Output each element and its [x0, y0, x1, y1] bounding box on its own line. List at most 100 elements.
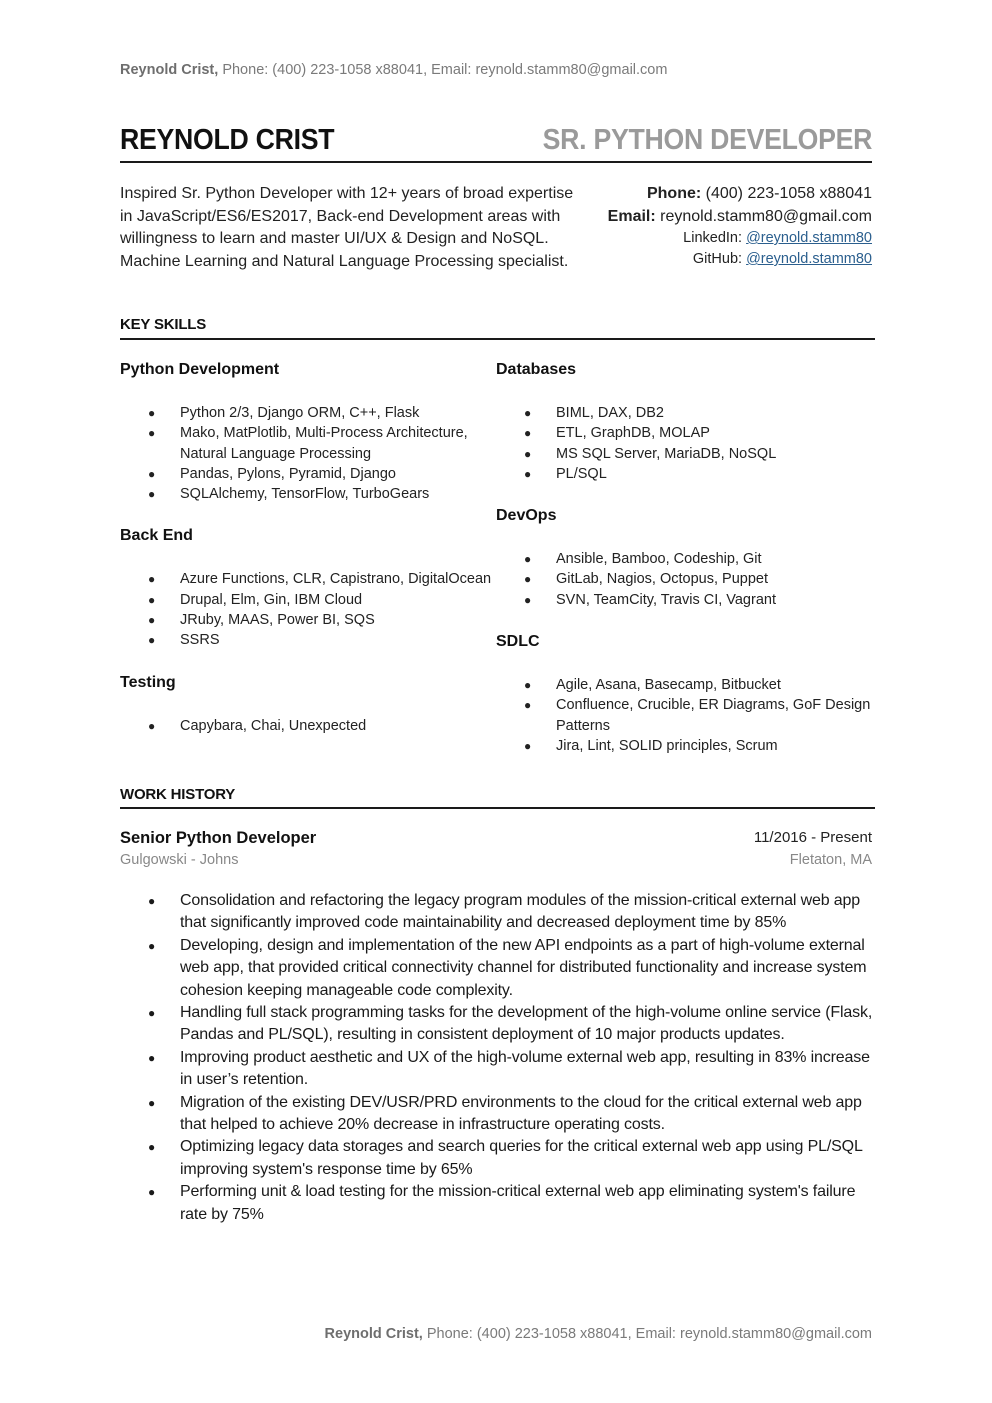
job-location: Fletaton, MA: [789, 852, 872, 868]
contact-github: GitHub: @reynold.stamm80: [608, 249, 872, 270]
page-header-name: Reynold Crist,: [120, 62, 219, 78]
bullet-icon: ●: [148, 487, 156, 502]
skills-right-column: Databases ● BIML, DAX, DB2 ● ETL, GraphDB, M…: [496, 359, 876, 777]
skill-item-text: Ansible, Bamboo, Codeship, Git: [556, 551, 762, 568]
duty-item: ● Migration of the existing DEV/USR/PRD e…: [120, 1092, 880, 1137]
bullet-icon: ●: [524, 446, 532, 461]
skill-item-text: JRuby, MAAS, Power BI, SQS: [180, 612, 375, 629]
phone-label: Phone:: [646, 185, 702, 202]
skill-item-text: Pandas, Pylons, Pyramid, Django: [180, 465, 396, 482]
duty-text: Migration of the existing DEV/USR/PRD en…: [180, 1093, 862, 1134]
skill-item-text: PL/SQL: [556, 465, 607, 482]
skill-group-heading: Python Development: [120, 361, 280, 378]
candidate-role: SR. PYTHON DEVELOPER: [542, 124, 872, 156]
bullet-icon: ●: [148, 1006, 156, 1021]
work-history-divider: [120, 807, 875, 809]
skill-list: ● Capybara, Chai, Unexpected: [120, 716, 500, 736]
skill-group-heading: Databases: [496, 361, 577, 378]
bullet-icon: ●: [148, 894, 156, 908]
github-label: GitHub:: [692, 251, 747, 267]
duty-text: Performing unit & load testing for the m…: [180, 1183, 856, 1223]
skill-item: ● Confluence, Crucible, ER Diagrams, GoF …: [496, 695, 876, 736]
phone-value: (400) 223-1058 x88041: [701, 185, 872, 202]
email-value: reynold.stamm80@gmail.com: [655, 207, 872, 225]
skill-list: ● Agile, Asana, Basecamp, Bitbucket ● Confl…: [496, 675, 876, 756]
skill-item-text: Confluence, Crucible, ER Diagrams, GoF D…: [556, 697, 871, 734]
candidate-name: REYNOLD CRIST: [120, 124, 335, 156]
skill-list: ● Azure Functions, CLR, Capistrano, Digit…: [120, 569, 500, 650]
work-history-title: WORK HISTORY: [120, 786, 236, 803]
duty-item: ● Consolidation and refactoring the legac…: [120, 890, 880, 935]
contact-linkedin: LinkedIn: @reynold.stamm80: [608, 228, 872, 249]
skill-item-text: SQLAlchemy, TensorFlow, TurboGears: [180, 486, 430, 503]
skill-item-text: BIML, DAX, DB2: [556, 405, 664, 421]
skill-item: ● BIML, DAX, DB2: [496, 403, 876, 423]
job-dates: 11/2016 - Present: [753, 829, 872, 846]
page-header: Reynold Crist, Phone: (400) 223-1058 x88…: [120, 62, 667, 78]
job-duties-list: ● Consolidation and refactoring the legac…: [120, 890, 880, 1226]
skill-item-text: Mako, MatPlotlib, Multi-Process Architec…: [180, 425, 468, 462]
bullet-icon: ●: [148, 1185, 156, 1200]
key-skills-divider: [120, 338, 875, 340]
skill-item: ● Drupal, Elm, Gin, IBM Cloud: [120, 590, 500, 610]
summary: Inspired Sr. Python Developer with 12+ y…: [120, 185, 574, 270]
duty-item: ● Handling full stack programming tasks f…: [120, 1002, 880, 1047]
duty-item: ● Performing unit & load testing for the …: [120, 1181, 880, 1226]
bullet-icon: ●: [148, 426, 156, 441]
skill-list: ● BIML, DAX, DB2 ● ETL, GraphDB, MOLAP ● MS S…: [496, 403, 876, 484]
skill-item-text: Drupal, Elm, Gin, IBM Cloud: [180, 591, 363, 608]
bullet-icon: ●: [148, 718, 156, 733]
bullet-icon: ●: [148, 592, 156, 607]
contact-phone: Phone: (400) 223-1058 x88041: [608, 183, 872, 206]
email-label: Email:: [607, 207, 656, 225]
skill-item: ● Pandas, Pylons, Pyramid, Django: [120, 464, 500, 484]
page-footer-name: Reynold Crist,: [324, 1326, 423, 1342]
skill-item: ● Agile, Asana, Basecamp, Bitbucket: [496, 675, 876, 695]
skill-item-text: Azure Functions, CLR, Capistrano, Digita…: [180, 571, 492, 588]
job-company: Gulgowski - Johns: [120, 852, 239, 868]
skill-item: ● SQLAlchemy, TensorFlow, TurboGears: [120, 484, 500, 504]
page-footer-contact: Phone: (400) 223-1058 x88041, Email: rey…: [422, 1326, 872, 1342]
page-header-contact: Phone: (400) 223-1058 x88041, Email: rey…: [218, 62, 668, 78]
bullet-icon: ●: [148, 1050, 156, 1065]
github-link[interactable]: @reynold.stamm80: [746, 251, 872, 267]
bullet-icon: ●: [524, 406, 532, 420]
duty-item: ● Optimizing legacy data storages and sea…: [120, 1136, 880, 1181]
job-title: Senior Python Developer: [120, 829, 317, 847]
skill-item: ● Jira, Lint, SOLID principles, Scrum: [496, 736, 876, 756]
page-footer: Reynold Crist, Phone: (400) 223-1058 x88…: [325, 1326, 872, 1342]
linkedin-link[interactable]: @reynold.stamm80: [746, 230, 872, 246]
contact-email: Email: reynold.stamm80@gmail.com: [608, 206, 872, 229]
bullet-icon: ●: [524, 552, 532, 567]
skill-item: ● ETL, GraphDB, MOLAP: [496, 423, 876, 443]
duty-text: Consolidation and refactoring the legacy…: [180, 892, 861, 932]
skill-item-text: ETL, GraphDB, MOLAP: [556, 425, 710, 442]
duty-item: ● Developing, design and implementation o…: [120, 935, 880, 1002]
skills-left-column: Python Development ● Python 2/3, Django OR…: [120, 359, 500, 757]
duty-text: Optimizing legacy data storages and sear…: [180, 1138, 863, 1178]
header-divider: [120, 161, 872, 163]
duty-text: Improving product aesthetic and UX of th…: [180, 1048, 870, 1089]
skill-group-heading: Testing: [120, 673, 176, 691]
skill-list: ● Ansible, Bamboo, Codeship, Git ● GitLab, …: [496, 549, 876, 610]
bullet-icon: ●: [148, 406, 156, 420]
skill-item-text: Jira, Lint, SOLID principles, Scrum: [556, 737, 778, 754]
skill-item-text: Capybara, Chai, Unexpected: [180, 717, 367, 734]
skill-item: ● SVN, TeamCity, Travis CI, Vagrant: [496, 590, 876, 610]
bullet-icon: ●: [148, 1140, 156, 1155]
skill-group-heading: DevOps: [496, 507, 557, 525]
bullet-icon: ●: [524, 466, 532, 481]
skill-item: ● PL/SQL: [496, 464, 876, 484]
bullet-icon: ●: [524, 592, 532, 607]
bullet-icon: ●: [524, 698, 532, 713]
skill-group-heading: Back End: [120, 527, 193, 545]
key-skills-title: KEY SKILLS: [120, 316, 207, 333]
duty-text: Handling full stack programming tasks fo…: [180, 1004, 873, 1044]
duty-text: Developing, design and implementation of…: [180, 936, 867, 999]
bullet-icon: ●: [148, 1095, 156, 1110]
skill-item-text: SSRS: [180, 632, 220, 649]
bullet-icon: ●: [148, 613, 156, 628]
skill-item-text: Agile, Asana, Basecamp, Bitbucket: [556, 677, 781, 694]
bullet-icon: ●: [524, 678, 532, 693]
skill-item: ● Capybara, Chai, Unexpected: [120, 716, 500, 736]
